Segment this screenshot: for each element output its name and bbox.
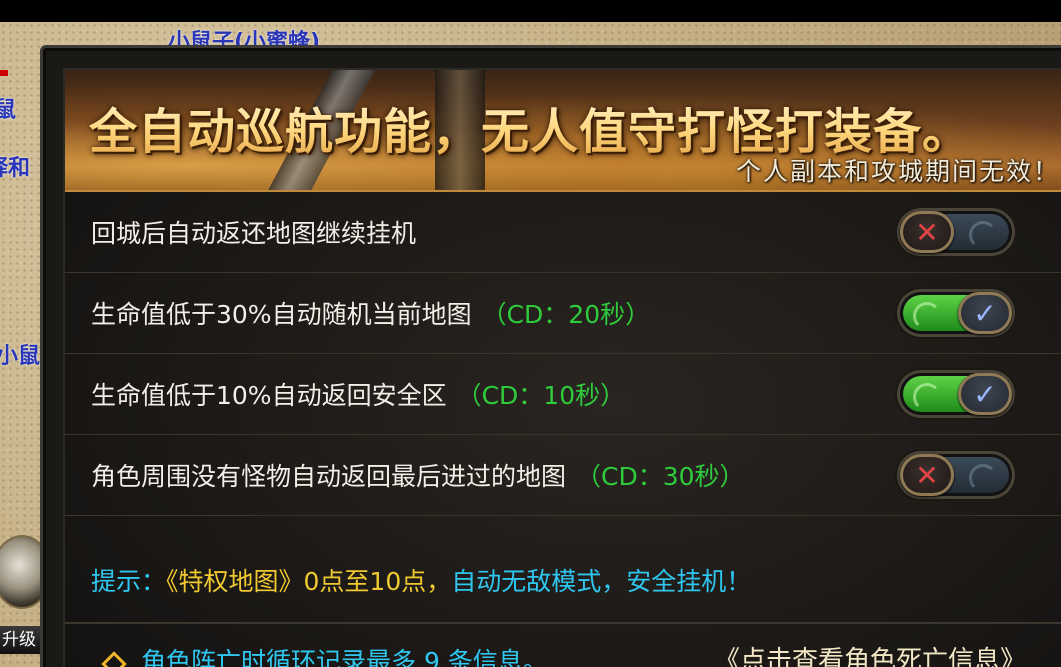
cooldown-label: （CD：30秒） [576,462,745,491]
check-icon: ✓ [958,292,1012,334]
tip-privilege-map: 《特权地图》0点至10点， [166,567,452,596]
toggle-groove-icon [913,302,941,330]
toggle-return-map[interactable]: ✕ [897,208,1015,256]
toggle-hp10-safezone[interactable]: ✓ [897,370,1015,418]
tip-mode: 自动无敌模式，安全挂机！ [451,567,752,596]
side-label-3: 小鼠 [0,344,41,369]
setting-label: 回城后自动返还地图继续挂机 [91,219,417,248]
toggle-groove-icon [913,383,941,411]
tip-text: 提示：《特权地图》0点至10点，自动无敌模式，安全挂机！ [91,562,751,598]
tip-label: 提示： [91,567,167,596]
setting-label: 生命值低于30%自动随机当前地图 （CD：20秒） [91,300,651,329]
toggle-no-monster-return[interactable]: ✕ [897,451,1015,499]
check-icon: ✓ [958,373,1012,415]
cooldown-label: （CD：20秒） [481,300,651,329]
x-icon: ✕ [900,454,954,496]
banner: 全自动巡航功能，无人值守打怪打装备。 个人副本和攻城期间无效！ [65,70,1061,192]
setting-label: 角色周围没有怪物自动返回最后进过的地图 （CD：30秒） [91,462,745,491]
cooldown-label: （CD：10秒） [456,381,626,410]
top-black-bar [0,0,1061,22]
view-death-info-link[interactable]: 《点击查看角色死亡信息》 [714,640,1026,667]
panel-inner: 全自动巡航功能，无人值守打怪打装备。 个人副本和攻城期间无效！ 回城后自动返还地… [63,68,1061,667]
x-icon: ✕ [900,211,954,253]
diamond-bullet-icon [101,651,127,667]
footer: 角色阵亡时循环记录最多 9 条信息。 《点击查看角色死亡信息》 [65,622,1061,667]
banner-subtitle: 个人副本和攻城期间无效！ [735,157,1060,186]
auto-patrol-settings-panel: 全自动巡航功能，无人值守打怪打装备。 个人副本和攻城期间无效！ 回城后自动返还地… [40,45,1061,667]
toggle-groove-icon [969,464,997,492]
setting-label: 生命值低于10%自动返回安全区 （CD：10秒） [91,381,626,410]
setting-row-no-monster: 角色周围没有怪物自动返回最后进过的地图 （CD：30秒） ✕ [65,435,1061,516]
setting-row-hp30: 生命值低于30%自动随机当前地图 （CD：20秒） ✓ [65,273,1061,354]
toggle-groove-icon [969,221,997,249]
setting-row-hp10: 生命值低于10%自动返回安全区 （CD：10秒） ✓ [65,354,1061,435]
setting-row-return-map: 回城后自动返还地图继续挂机 ✕ [65,192,1061,273]
side-label-2: 释和 [0,156,31,181]
game-screen: 小鼠子(小蜜蜂) 鼠 释和 小鼠 升级 全自动巡航功能，无人值守打怪打装备。 个… [0,0,1061,667]
death-record-info: 角色阵亡时循环记录最多 9 条信息。 [141,647,548,667]
toggle-hp30-random[interactable]: ✓ [897,289,1015,337]
health-marker [0,70,8,76]
side-label-1: 鼠 [0,98,17,123]
